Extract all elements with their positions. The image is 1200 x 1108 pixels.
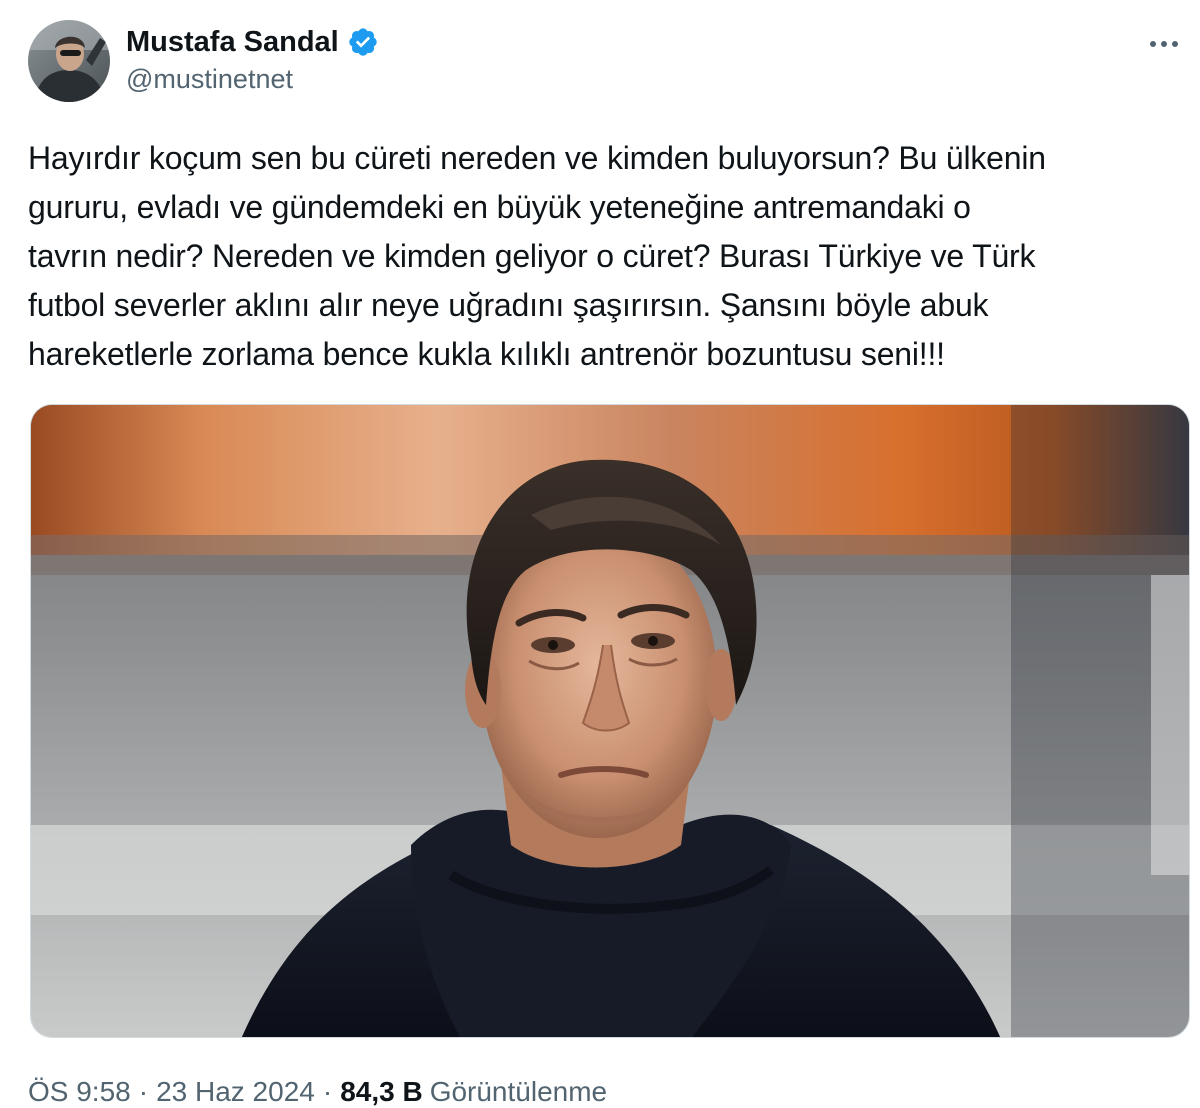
- verified-badge-icon[interactable]: [347, 26, 379, 58]
- tweet-photo[interactable]: [30, 404, 1190, 1038]
- photo-image: [31, 405, 1189, 1037]
- author-name-row: Mustafa Sandal: [126, 24, 379, 60]
- separator: ·: [322, 1076, 333, 1107]
- tweet-date[interactable]: 23 Haz 2024: [156, 1076, 315, 1108]
- views-count: 84,3 B: [340, 1076, 423, 1107]
- author-avatar[interactable]: [28, 20, 110, 102]
- views-label: Görüntülenme: [429, 1076, 608, 1107]
- author-handle[interactable]: @mustinetnet: [126, 64, 293, 95]
- avatar-image: [28, 20, 110, 102]
- more-options-button[interactable]: [1142, 26, 1186, 62]
- author-display-name[interactable]: Mustafa Sandal: [126, 26, 339, 59]
- tweet: Mustafa Sandal @mustinetnet Hayırdır koç…: [0, 0, 1200, 1108]
- tweet-time[interactable]: ÖS 9:58: [28, 1076, 131, 1108]
- tweet-text: Hayırdır koçum sen bu cüreti nereden ve …: [28, 140, 1046, 372]
- more-horizontal-icon: [1150, 41, 1178, 47]
- separator: ·: [138, 1076, 149, 1107]
- tweet-meta: ÖS 9:58 · 23 Haz 2024 · 84,3 B Görüntüle…: [28, 1072, 607, 1108]
